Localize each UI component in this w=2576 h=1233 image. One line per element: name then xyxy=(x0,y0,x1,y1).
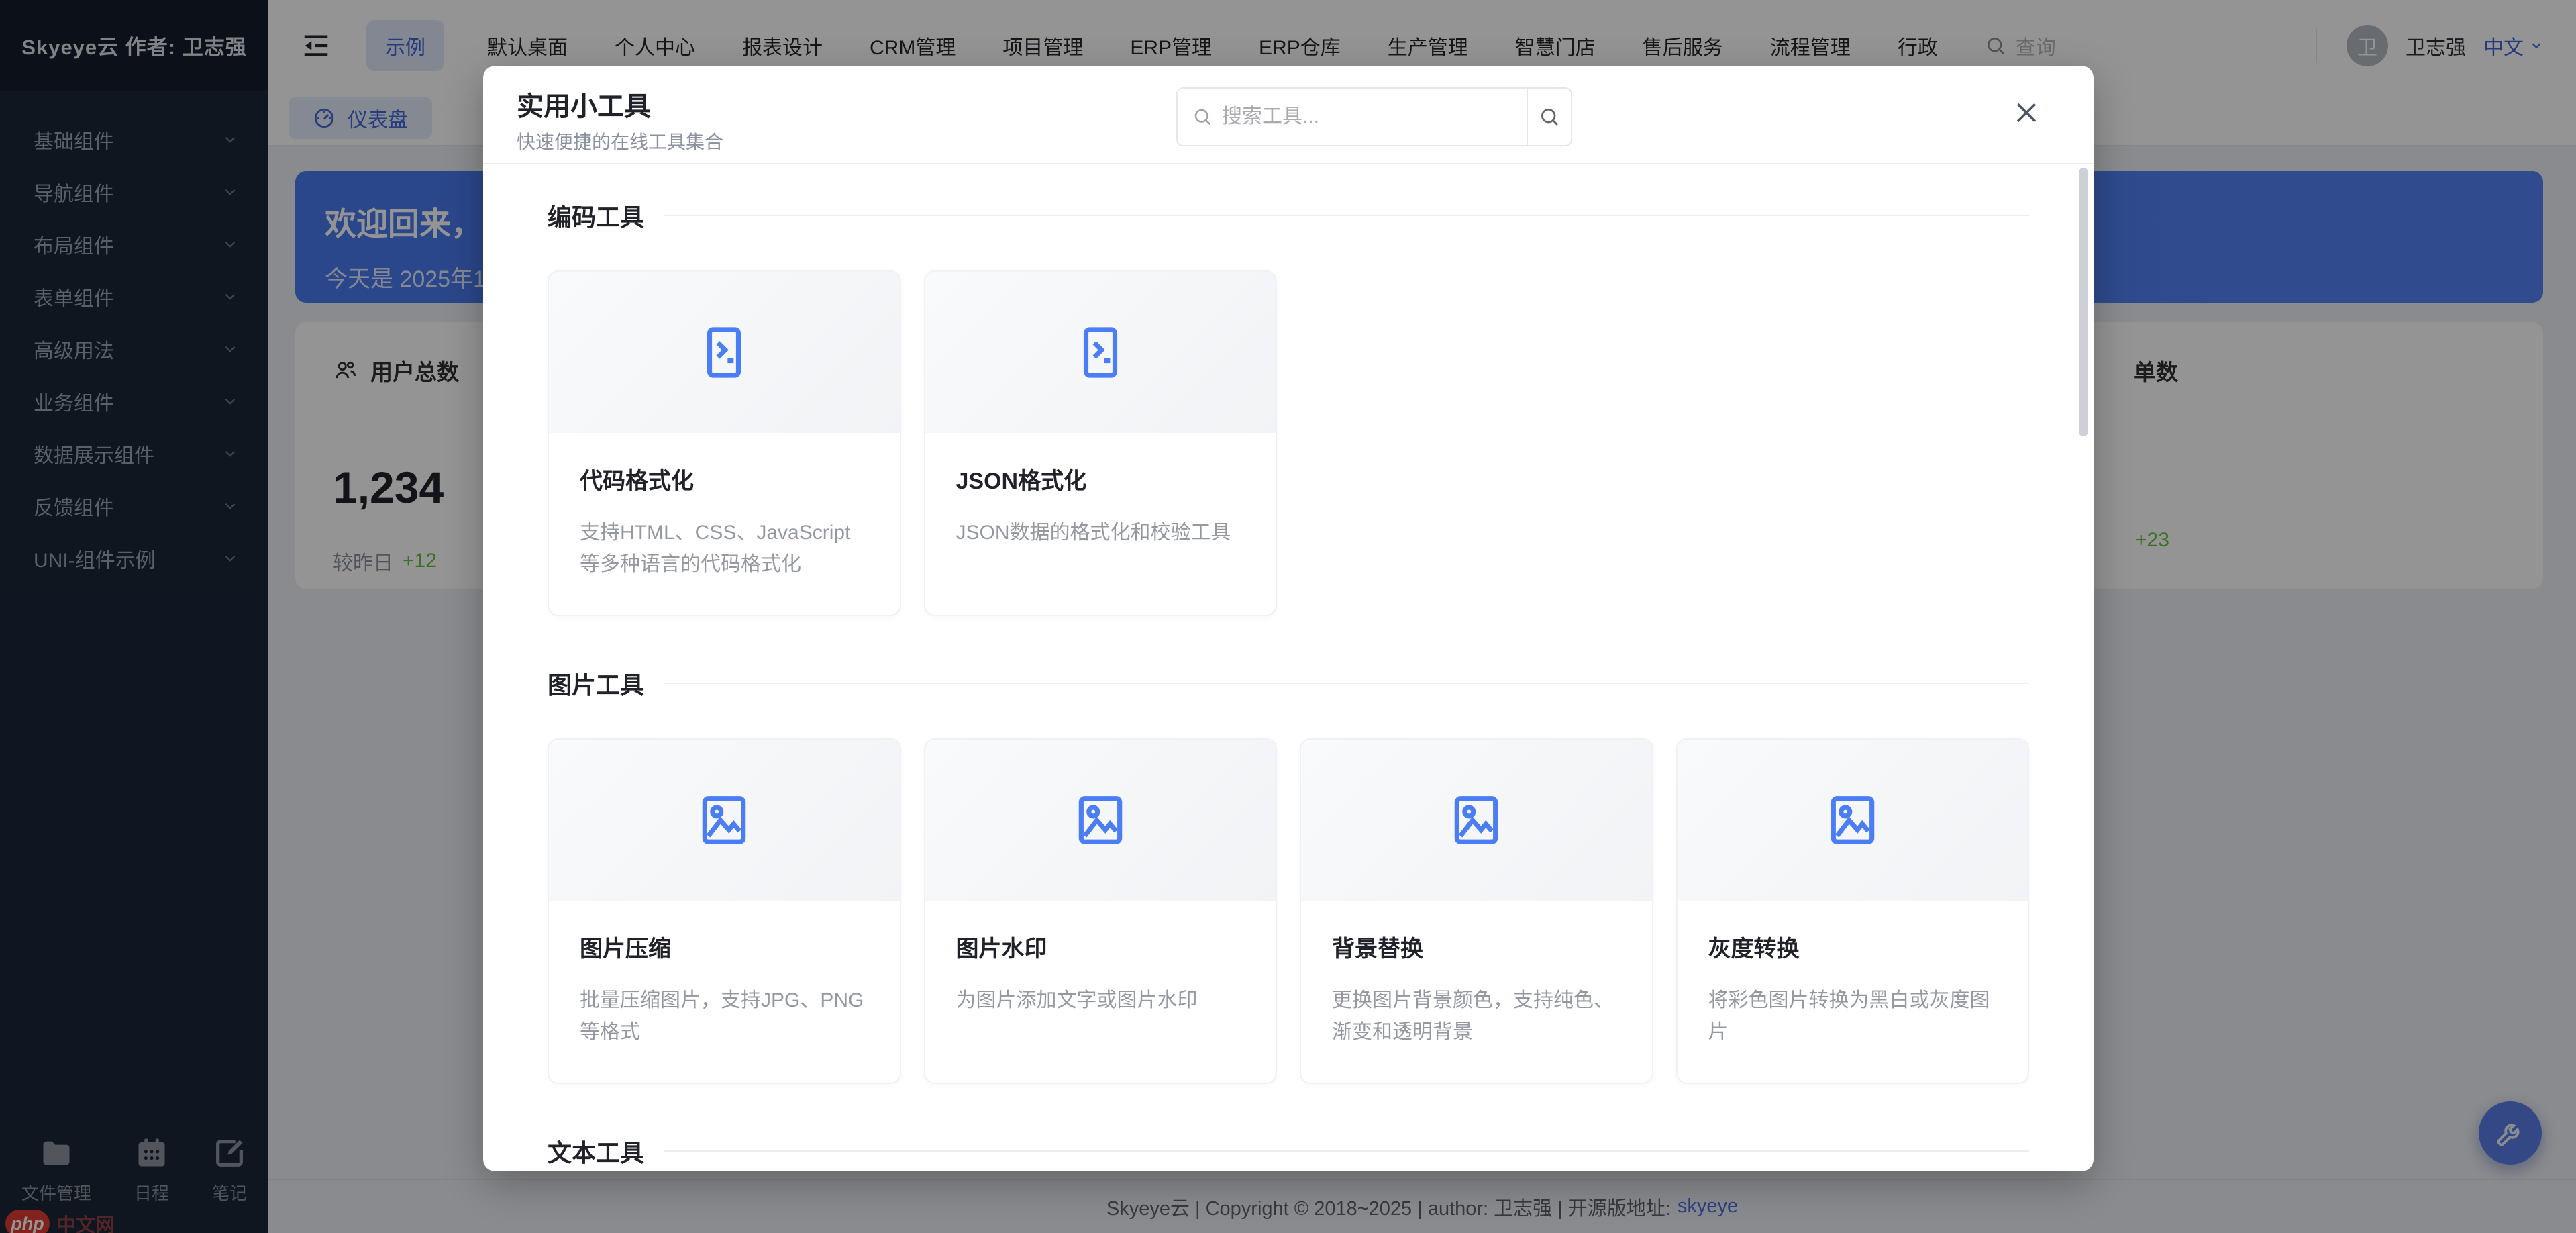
divider xyxy=(664,215,2029,216)
coding-tools-grid: 代码格式化 支持HTML、CSS、JavaScript等多种语言的代码格式化 J… xyxy=(548,270,2029,616)
image-tools-grid: 图片压缩 批量压缩图片，支持JPG、PNG等格式 图片水印 为图片添加文字或图片… xyxy=(548,738,2029,1084)
tool-search-box xyxy=(1176,87,1528,146)
modal-header: 实用小工具 快速便捷的在线工具集合 xyxy=(483,66,2094,164)
tool-card-background-replace[interactable]: 背景替换 更换图片背景颜色，支持纯色、渐变和透明背景 xyxy=(1300,738,1653,1084)
section-text-tools: 文本工具 xyxy=(548,1134,2029,1169)
tool-card-code-format[interactable]: 代码格式化 支持HTML、CSS、JavaScript等多种语言的代码格式化 xyxy=(548,270,901,616)
search-icon xyxy=(1539,106,1560,128)
tools-modal: 实用小工具 快速便捷的在线工具集合 编码工具 xyxy=(483,66,2094,1171)
section-title: 编码工具 xyxy=(548,198,644,233)
terminal-icon xyxy=(1072,324,1129,381)
section-title: 图片工具 xyxy=(548,666,644,701)
modal-body: 编码工具 代码格式化 支持HTML、CSS、JavaScript等多种语言的代码… xyxy=(483,164,2094,1171)
search-icon xyxy=(1192,107,1213,127)
section-coding-tools: 编码工具 xyxy=(548,198,2029,233)
tool-search-group xyxy=(1176,87,1572,146)
tool-card-grayscale[interactable]: 灰度转换 将彩色图片转换为黑白或灰度图片 xyxy=(1676,738,2030,1084)
modal-title: 实用小工具 xyxy=(517,85,651,124)
image-icon xyxy=(695,791,753,849)
tool-card-image-watermark[interactable]: 图片水印 为图片添加文字或图片水印 xyxy=(924,738,1278,1084)
tool-search-button[interactable] xyxy=(1528,87,1572,146)
divider xyxy=(664,683,2029,684)
tool-card-image-compress[interactable]: 图片压缩 批量压缩图片，支持JPG、PNG等格式 xyxy=(548,738,901,1084)
divider xyxy=(664,1150,2029,1152)
modal-subtitle: 快速便捷的在线工具集合 xyxy=(517,128,723,154)
image-icon xyxy=(1072,791,1129,849)
section-image-tools: 图片工具 xyxy=(548,666,2029,701)
section-title: 文本工具 xyxy=(548,1134,644,1169)
image-icon xyxy=(1447,791,1505,849)
modal-scrollbar-thumb[interactable] xyxy=(2079,168,2088,436)
tool-search-input[interactable] xyxy=(1222,105,1512,128)
terminal-icon xyxy=(695,324,753,381)
image-icon xyxy=(1824,791,1882,849)
tool-card-json-format[interactable]: JSON格式化 JSON数据的格式化和校验工具 xyxy=(924,270,1278,616)
modal-close-button[interactable] xyxy=(2012,98,2044,130)
app-root: Skyeye云 作者: 卫志强 基础组件 导航组件 布局组件 表单组件 高级用法… xyxy=(0,0,2576,1233)
close-icon xyxy=(2012,98,2041,128)
